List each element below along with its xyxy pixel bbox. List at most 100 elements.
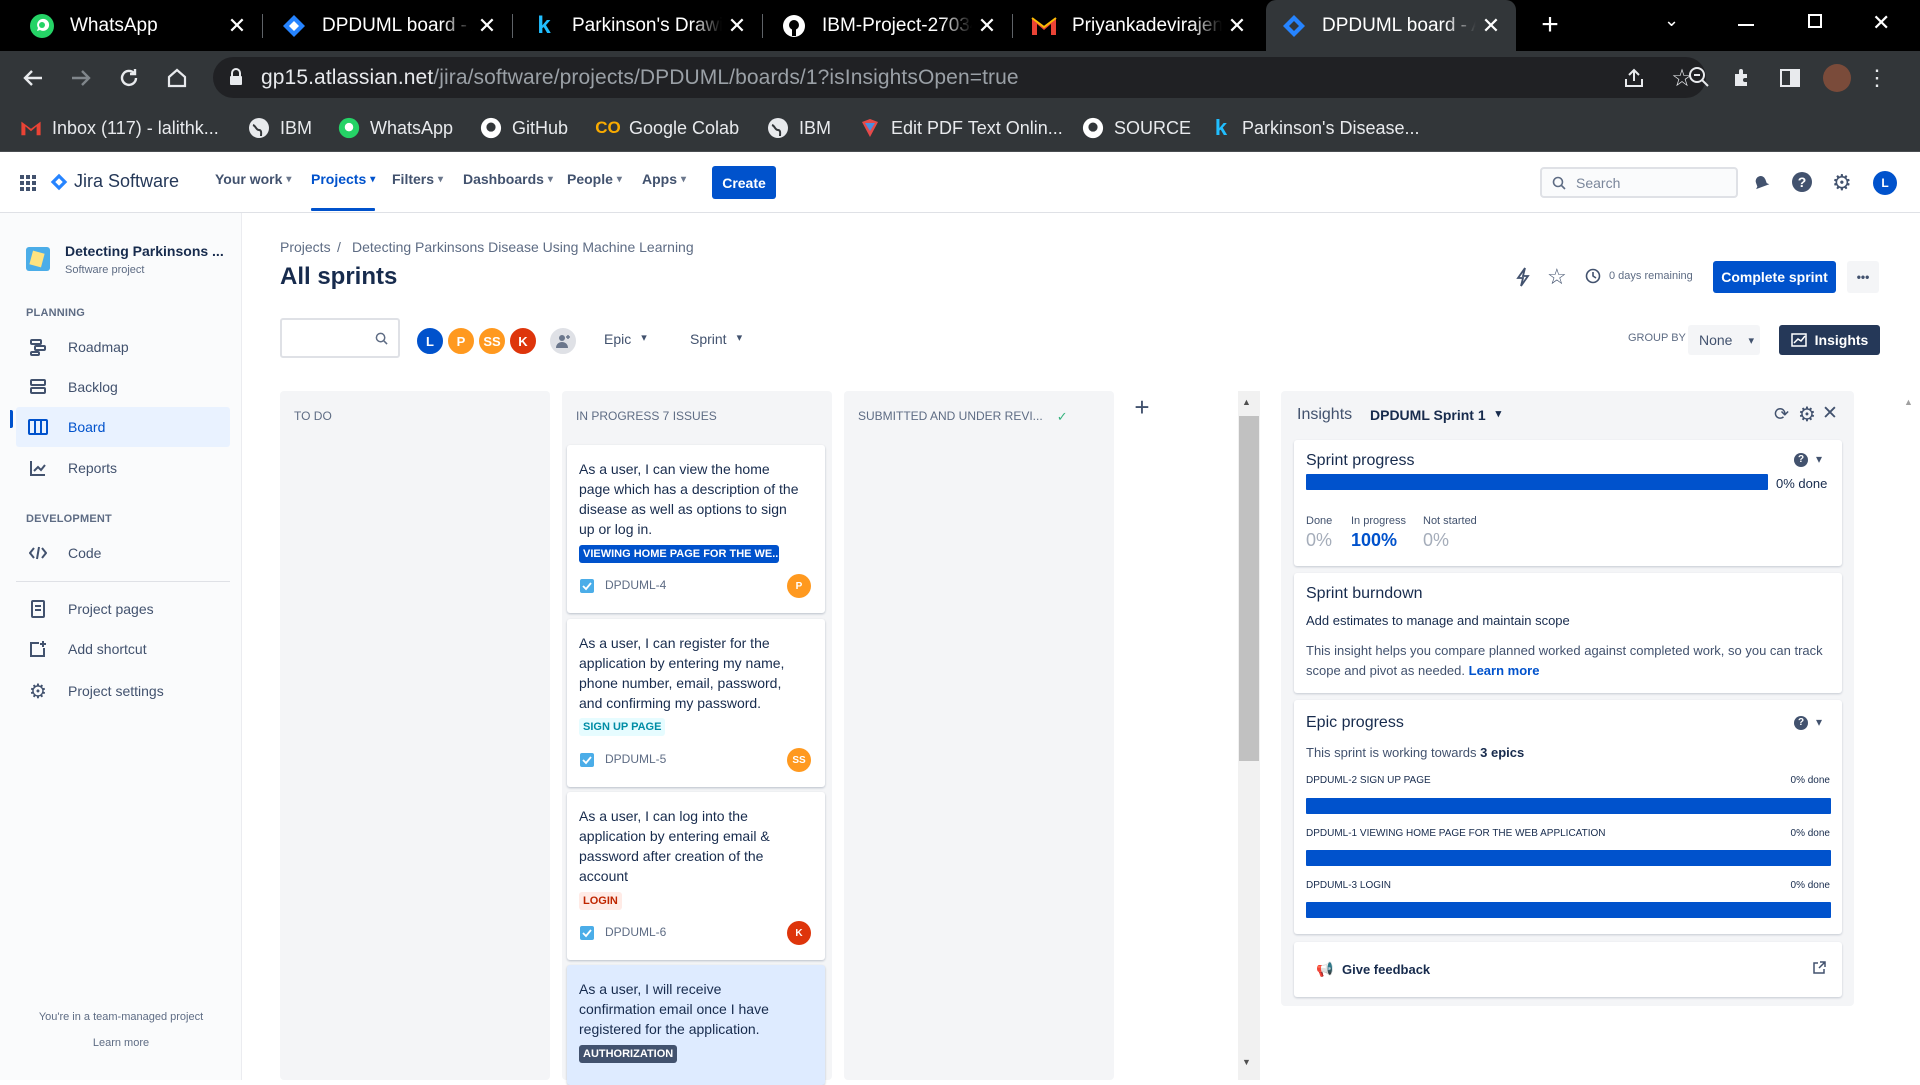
reload-icon[interactable] <box>112 61 146 95</box>
notifications-icon[interactable] <box>1752 173 1770 191</box>
sidebar-item-roadmap[interactable]: Roadmap <box>10 327 230 367</box>
restore-icon[interactable] <box>1808 14 1822 28</box>
assignee-avatar[interactable]: P <box>787 574 811 598</box>
refresh-icon[interactable]: ⟳ <box>1774 404 1789 425</box>
share-icon[interactable] <box>1617 61 1651 95</box>
board-scrollbar[interactable]: ▲ ▼ <box>1238 391 1260 1080</box>
automation-icon[interactable] <box>1515 267 1531 287</box>
bookmark-item[interactable]: SOURCE <box>1082 114 1191 142</box>
help-icon[interactable]: ? <box>1794 716 1808 730</box>
bookmark-item[interactable]: WhatsApp <box>338 114 453 142</box>
add-column-button[interactable]: + <box>1127 393 1157 423</box>
bookmark-item[interactable]: Edit PDF Text Onlin... <box>859 114 1063 142</box>
issue-card[interactable]: As a user, I can register for the applic… <box>567 619 825 787</box>
search-input[interactable]: Search <box>1540 167 1738 198</box>
user-avatar[interactable]: L <box>1873 171 1897 195</box>
project-avatar[interactable] <box>26 247 50 271</box>
bookmark-item[interactable]: Inbox (117) - lalithk... <box>20 114 219 142</box>
give-feedback-link[interactable]: Give feedback <box>1342 962 1430 977</box>
add-people-icon[interactable] <box>548 326 578 356</box>
back-icon[interactable] <box>16 61 50 95</box>
bookmark-item[interactable]: CO Google Colab <box>595 114 739 142</box>
app-switcher-icon[interactable] <box>20 175 36 191</box>
epic-filter[interactable]: Epic ▾ <box>604 331 647 347</box>
minimize-icon[interactable] <box>1738 24 1754 26</box>
learn-more-link[interactable]: Learn more <box>1469 663 1540 678</box>
close-icon[interactable]: ✕ <box>222 13 252 39</box>
settings-icon[interactable]: ⚙ <box>1832 170 1852 196</box>
browser-tab[interactable]: DPDUML board - Agile Board ✕ <box>262 0 512 51</box>
sidebar-item-board[interactable]: Board <box>16 407 230 447</box>
insights-button[interactable]: Insights <box>1779 325 1880 355</box>
window-close-icon[interactable]: ✕ <box>1872 10 1890 36</box>
bookmark-star-icon[interactable]: ☆ <box>1665 61 1699 95</box>
create-button[interactable]: Create <box>712 166 776 199</box>
complete-sprint-button[interactable]: Complete sprint <box>1713 261 1836 293</box>
board-search-input[interactable] <box>280 318 400 358</box>
issue-card[interactable]: As a user, I will receive confirmation e… <box>567 965 825 1085</box>
side-panel-icon[interactable] <box>1773 61 1807 95</box>
sprint-selector[interactable]: DPDUML Sprint 1 ▾ <box>1370 407 1501 423</box>
browser-tab-active[interactable]: DPDUML board - Agile Board ✕ <box>1266 0 1516 51</box>
bookmark-item[interactable]: GitHub <box>480 114 568 142</box>
profile-avatar[interactable] <box>1823 64 1851 92</box>
browser-tab[interactable]: k Parkinson's Drawing ✕ <box>512 0 762 51</box>
browser-tab[interactable]: WhatsApp ✕ <box>0 0 262 51</box>
sidebar-item-backlog[interactable]: Backlog <box>10 367 230 407</box>
browser-menu-icon[interactable]: ⋮ <box>1860 61 1894 95</box>
close-icon[interactable]: ✕ <box>1222 13 1252 39</box>
assignee-avatar[interactable]: K <box>787 921 811 945</box>
group-by-select[interactable]: None ▾ <box>1688 325 1760 355</box>
browser-tab[interactable]: Priyankadevirajendran ✕ <box>1012 0 1262 51</box>
close-icon[interactable]: ✕ <box>1822 402 1838 425</box>
address-field[interactable]: gp15.atlassian.net/jira/software/project… <box>213 57 1709 98</box>
avatar[interactable]: SS <box>477 326 507 356</box>
sprint-filter[interactable]: Sprint ▾ <box>690 331 742 347</box>
sidebar-item-code[interactable]: Code <box>10 533 230 573</box>
nav-dashboards[interactable]: Dashboards ▾ <box>463 171 553 187</box>
more-actions-button[interactable]: ••• <box>1847 261 1879 293</box>
bookmark-item[interactable]: IBM <box>767 114 831 142</box>
sidebar-item-project-settings[interactable]: ⚙ Project settings <box>10 671 230 711</box>
close-icon[interactable]: ✕ <box>972 13 1002 39</box>
settings-icon[interactable]: ⚙ <box>1798 402 1816 427</box>
breadcrumb-project[interactable]: Detecting Parkinsons Disease Using Machi… <box>352 239 694 255</box>
nav-people[interactable]: People ▾ <box>567 171 622 187</box>
page-scrollbar[interactable]: ▲ <box>1898 391 1920 1080</box>
nav-apps[interactable]: Apps ▾ <box>642 171 686 187</box>
avatar[interactable]: P <box>446 326 476 356</box>
home-icon[interactable] <box>160 61 194 95</box>
assignee-avatar[interactable]: SS <box>787 748 811 772</box>
learn-more-link[interactable]: Learn more <box>0 1037 242 1049</box>
browser-tab[interactable]: IBM-Project-27034-1660 ✕ <box>762 0 1012 51</box>
issue-card[interactable]: As a user, I can log into the applicatio… <box>567 792 825 960</box>
sidebar-item-reports[interactable]: Reports <box>10 448 230 488</box>
new-tab-icon[interactable]: + <box>1533 8 1567 42</box>
project-name[interactable]: Detecting Parkinsons ... <box>65 243 224 259</box>
nav-projects[interactable]: Projects ▾ <box>311 171 376 211</box>
chevron-down-icon[interactable]: ▾ <box>1816 715 1822 729</box>
avatar[interactable]: L <box>415 326 445 356</box>
bookmark-item[interactable]: k Parkinson's Disease... <box>1210 114 1420 142</box>
feedback-card[interactable]: 📢 Give feedback <box>1294 942 1842 997</box>
close-icon[interactable]: ✕ <box>472 13 502 39</box>
breadcrumb-projects[interactable]: Projects <box>280 239 331 255</box>
close-icon[interactable]: ✕ <box>1476 13 1506 39</box>
help-icon[interactable]: ? <box>1792 172 1812 192</box>
nav-filters[interactable]: Filters ▾ <box>392 171 443 187</box>
help-icon[interactable]: ? <box>1794 453 1808 467</box>
sidebar-item-add-shortcut[interactable]: Add shortcut <box>10 629 230 669</box>
chevron-down-icon[interactable]: ▾ <box>1816 452 1822 466</box>
scrollbar-thumb[interactable] <box>1239 416 1259 761</box>
avatar[interactable]: K <box>508 326 538 356</box>
star-icon[interactable]: ☆ <box>1547 264 1567 290</box>
forward-icon[interactable] <box>64 61 98 95</box>
extensions-icon[interactable] <box>1725 61 1759 95</box>
sidebar-item-project-pages[interactable]: Project pages <box>10 589 230 629</box>
close-icon[interactable]: ✕ <box>722 13 752 39</box>
jira-logo[interactable]: Jira Software <box>50 171 179 192</box>
tab-search-icon[interactable]: ⌄ <box>1664 10 1679 31</box>
bookmark-item[interactable]: IBM <box>248 114 312 142</box>
nav-your-work[interactable]: Your work ▾ <box>215 171 291 187</box>
external-link-icon[interactable] <box>1812 961 1826 975</box>
